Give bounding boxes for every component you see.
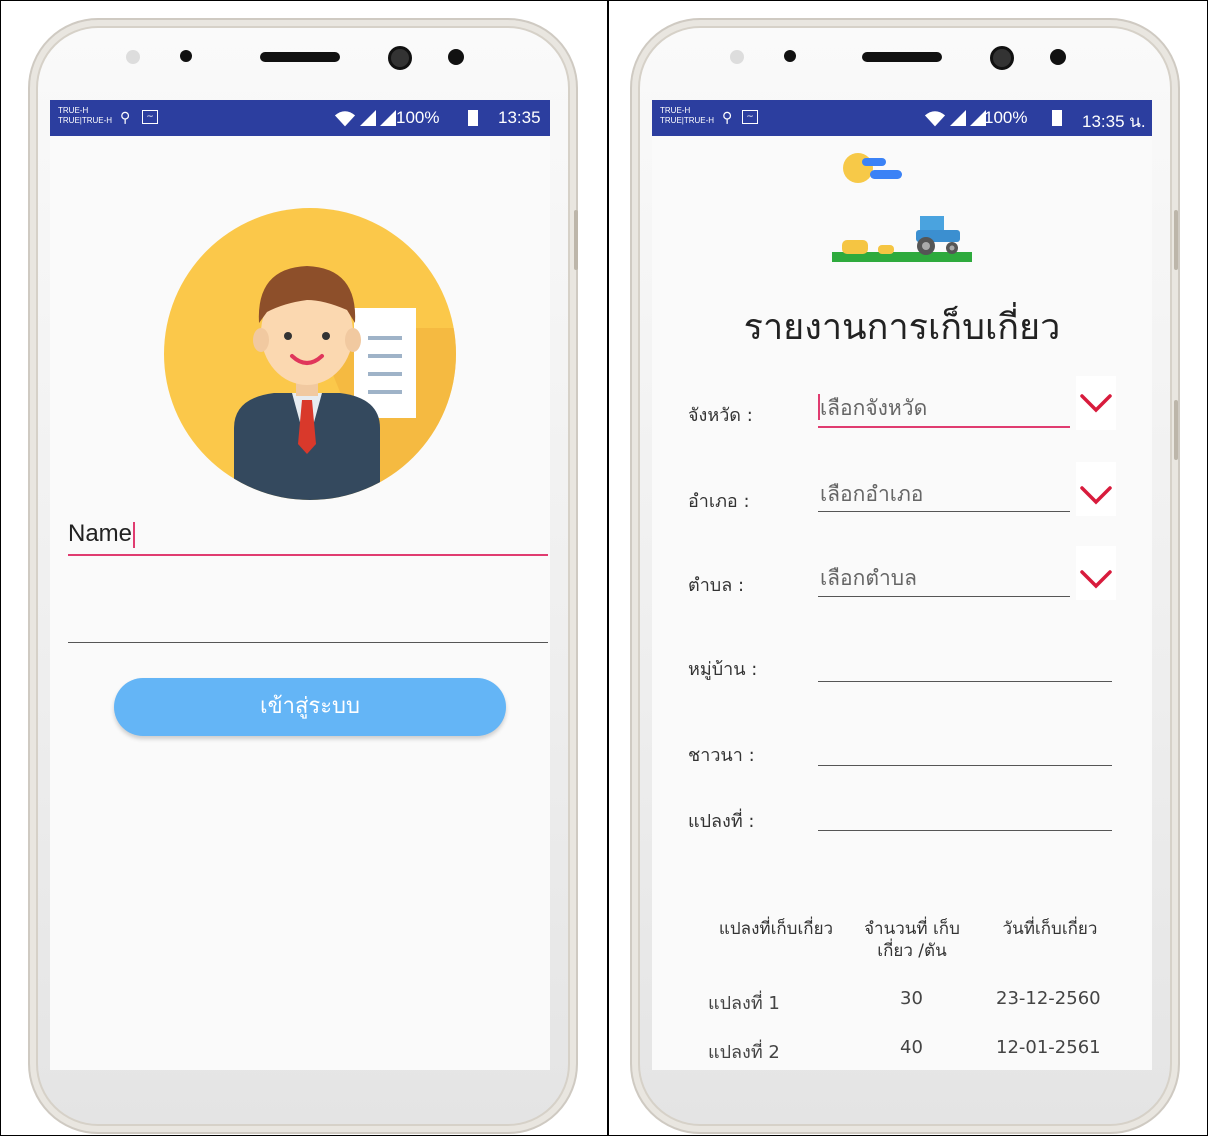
avatar <box>164 208 456 500</box>
subdistrict-select-underline <box>818 596 1070 597</box>
usb-icon: ⚲ <box>722 110 733 126</box>
phone-left: TRUE-H TRUE|TRUE-H ⚲ ~ 100% 13:35 Name เ… <box>28 18 578 1134</box>
province-select-underline <box>818 426 1070 428</box>
businessman-illustration <box>234 266 456 500</box>
plot-label: แปลงที่ : <box>688 811 755 832</box>
table-header-amount: จำนวนที่ เก็บ เกี่ยว /ตัน <box>864 919 960 961</box>
chevron-down-icon <box>1080 394 1112 413</box>
side-button <box>574 210 578 270</box>
carrier-line1: TRUE-H <box>58 106 89 115</box>
name-input-text: Name <box>68 520 133 547</box>
district-dropdown-button[interactable] <box>1076 462 1116 516</box>
sun-cloud-icon <box>843 153 902 183</box>
village-label: หมู่บ้าน : <box>688 659 758 680</box>
sensor-dot <box>730 50 744 64</box>
name-input[interactable]: Name <box>68 520 136 548</box>
table-header-date: วันที่เก็บเกี่ยว <box>1002 919 1098 939</box>
province-label: จังหวัด : <box>688 405 753 426</box>
activity-icon: ~ <box>142 110 158 124</box>
activity-icon: ~ <box>742 110 758 124</box>
harvest-report-screen: TRUE-H TRUE|TRUE-H ⚲ ~ 100% 13:35 น. ราย… <box>652 100 1152 1070</box>
village-input[interactable] <box>818 681 1112 682</box>
chevron-down-icon <box>1080 486 1112 505</box>
earpiece <box>862 52 942 62</box>
wifi-icon <box>924 111 946 127</box>
carrier-label: TRUE-H TRUE|TRUE-H <box>58 106 112 126</box>
battery-icon <box>1052 110 1062 126</box>
table-cell-plot: แปลงที่ 1 <box>708 993 780 1014</box>
signal-icon <box>950 110 966 126</box>
carrier-line2: TRUE|TRUE-H <box>660 116 715 125</box>
usb-icon: ⚲ <box>120 110 131 126</box>
login-button[interactable]: เข้าสู่ระบบ <box>114 678 506 736</box>
side-button <box>1174 210 1178 270</box>
status-time: 13:35 <box>498 108 541 127</box>
name-input-underline <box>68 554 548 556</box>
sensor-dot-2 <box>448 49 464 65</box>
status-bar: TRUE-H TRUE|TRUE-H ⚲ ~ 100% 13:35 <box>50 100 550 136</box>
status-time: 13:35 น. <box>1082 112 1146 131</box>
battery-percent: 100% <box>396 108 440 127</box>
table-cell-plot: แปลงที่ 2 <box>708 1042 780 1063</box>
subdistrict-label: ตำบล : <box>688 575 745 596</box>
table-cell-date: 12-01-2561 <box>996 1037 1101 1058</box>
district-label: อำเภอ : <box>688 491 750 512</box>
text-cursor <box>133 521 136 548</box>
province-dropdown-button[interactable] <box>1076 376 1116 430</box>
farmer-input[interactable] <box>818 765 1112 766</box>
carrier-label: TRUE-H TRUE|TRUE-H <box>660 106 714 126</box>
sensor-dot <box>126 50 140 64</box>
status-bar: TRUE-H TRUE|TRUE-H ⚲ ~ 100% 13:35 น. <box>652 100 1152 136</box>
carrier-line2: TRUE|TRUE-H <box>58 116 113 125</box>
camera-lens <box>388 46 412 70</box>
wifi-icon <box>334 111 356 127</box>
signal-icon-2 <box>380 110 396 126</box>
table-cell-amount: 40 <box>900 1037 923 1058</box>
text-cursor <box>818 394 820 420</box>
camera-lens <box>990 46 1014 70</box>
front-camera <box>784 50 796 62</box>
chevron-down-icon <box>1080 570 1112 589</box>
plot-input[interactable] <box>818 830 1112 831</box>
tractor-field-icon <box>832 216 972 262</box>
table-cell-amount: 30 <box>900 988 923 1009</box>
table-cell-date: 23-12-2560 <box>996 988 1101 1009</box>
sensor-dot-2 <box>1050 49 1066 65</box>
subdistrict-dropdown-button[interactable] <box>1076 546 1116 600</box>
farmer-label: ชาวนา : <box>688 745 755 766</box>
phone-right: TRUE-H TRUE|TRUE-H ⚲ ~ 100% 13:35 น. ราย… <box>630 18 1180 1134</box>
subdistrict-select[interactable]: เลือกตำบล <box>820 562 917 595</box>
battery-icon <box>468 110 478 126</box>
district-select[interactable]: เลือกอำเภอ <box>820 478 923 511</box>
province-select[interactable]: เลือกจังหวัด <box>820 392 927 425</box>
side-button-2 <box>1174 400 1178 460</box>
earpiece <box>260 52 340 62</box>
login-screen: TRUE-H TRUE|TRUE-H ⚲ ~ 100% 13:35 Name เ… <box>50 100 550 1070</box>
panel-divider <box>607 0 609 1136</box>
carrier-line1: TRUE-H <box>660 106 691 115</box>
password-input[interactable] <box>68 642 548 643</box>
page-title: รายงานการเก็บเกี่ยว <box>743 307 1061 348</box>
signal-icon <box>360 110 376 126</box>
battery-percent: 100% <box>984 108 1028 127</box>
table-header-plot: แปลงที่เก็บเกี่ยว <box>718 919 834 939</box>
front-camera <box>180 50 192 62</box>
district-select-underline <box>818 511 1070 512</box>
